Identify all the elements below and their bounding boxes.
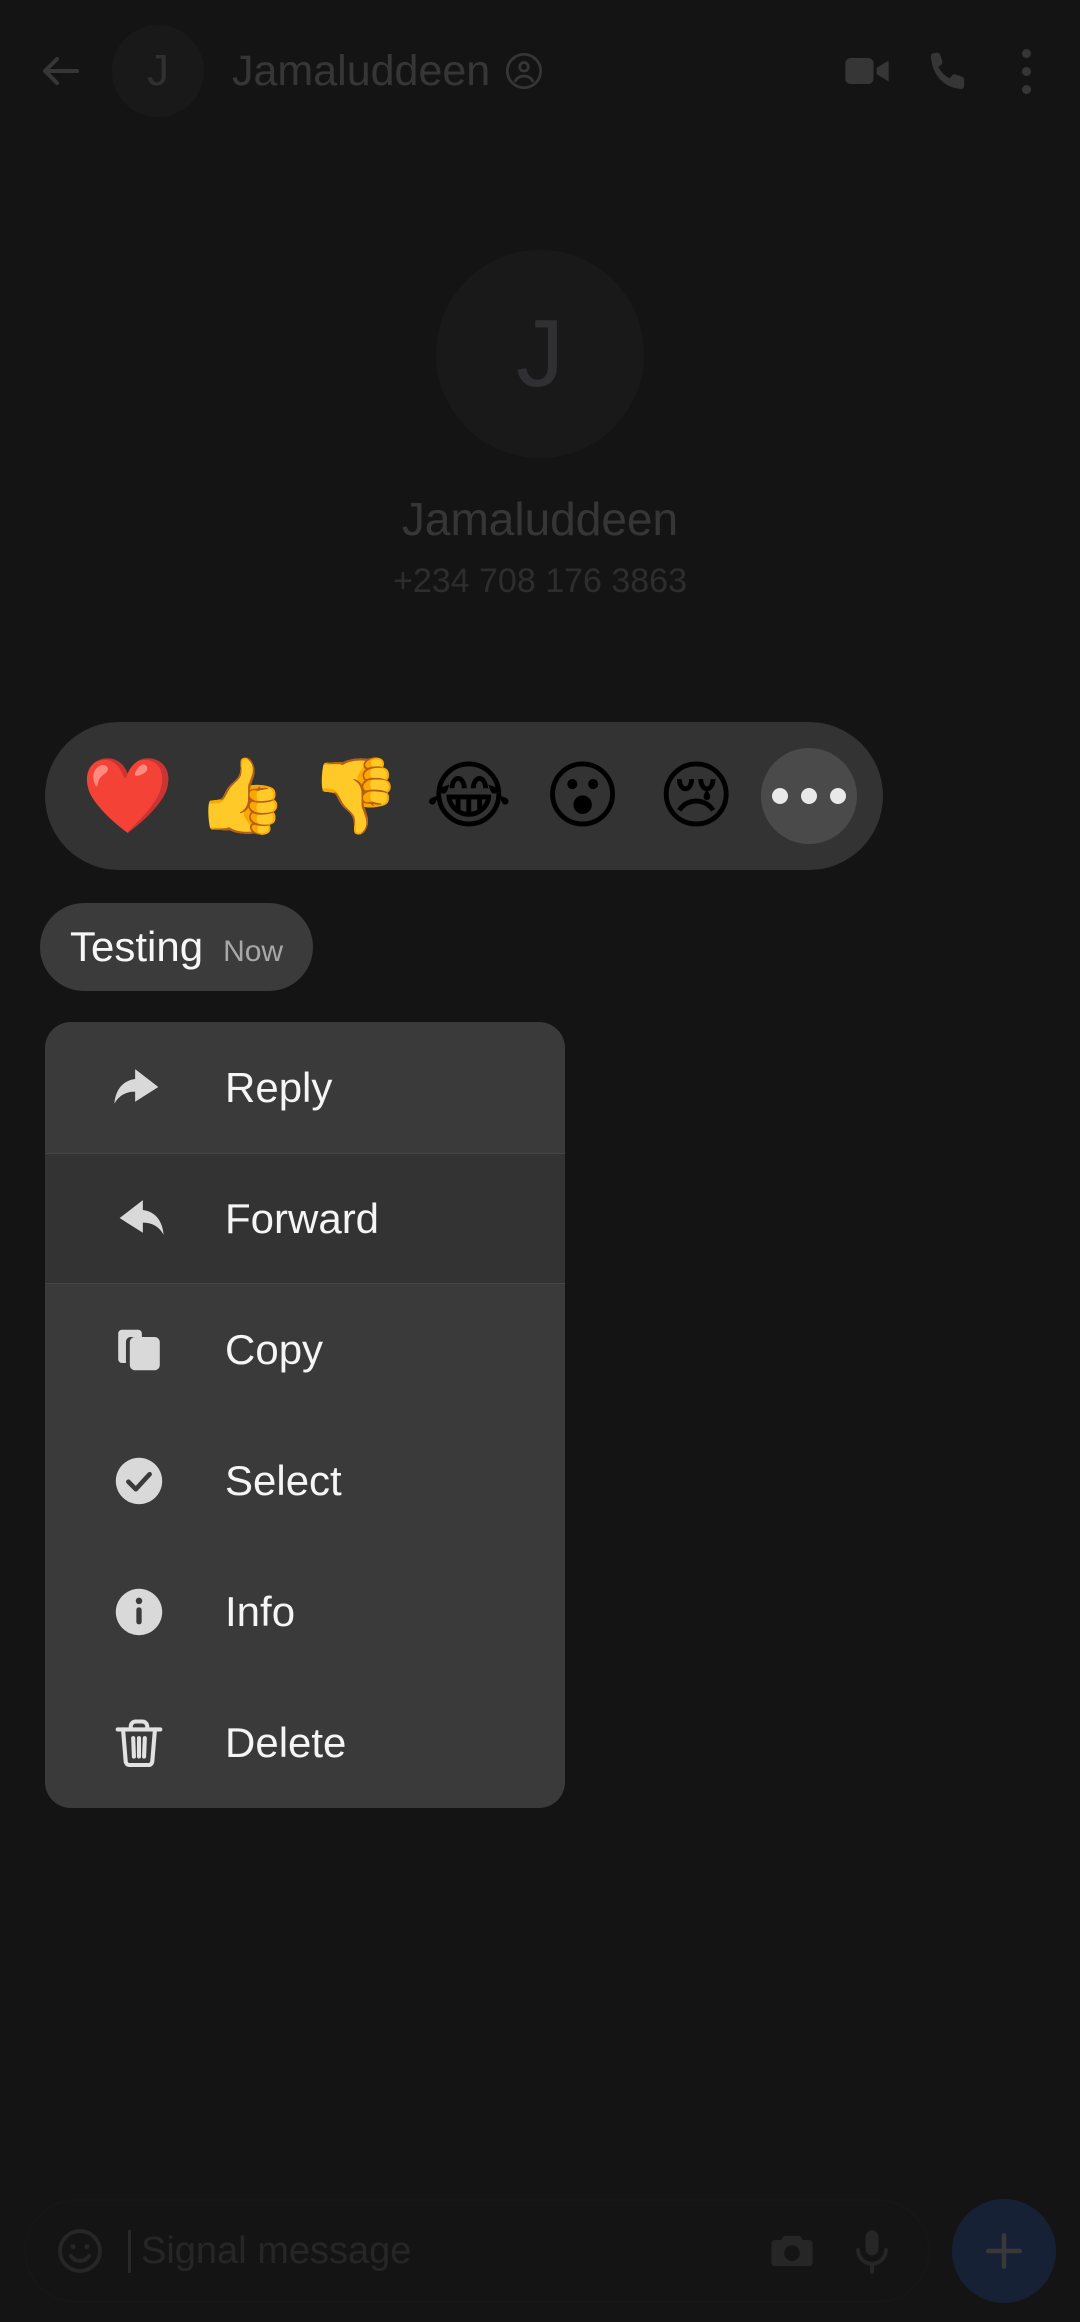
focused-message-bubble[interactable]: Testing Now bbox=[40, 903, 314, 991]
conversation-intro: J Jamaluddeen +234 708 176 3863 bbox=[0, 250, 1080, 601]
menu-item-select[interactable]: Select bbox=[45, 1415, 565, 1546]
menu-item-forward[interactable]: Forward bbox=[45, 1153, 565, 1284]
menu-item-copy[interactable]: Copy bbox=[45, 1284, 565, 1415]
conversation-intro-avatar[interactable]: J bbox=[436, 250, 644, 458]
emoji-picker-icon[interactable] bbox=[52, 2223, 108, 2279]
crying-reaction[interactable]: 😢 bbox=[639, 759, 753, 833]
menu-item-label: Forward bbox=[225, 1194, 380, 1242]
conversation-intro-name: Jamaluddeen bbox=[401, 493, 679, 545]
signal-chat-screen: J Jamaluddeen J Jamaluddeen +234 708 176… bbox=[0, 0, 1080, 2322]
overflow-dot bbox=[1021, 48, 1031, 58]
microphone-icon[interactable] bbox=[842, 2221, 902, 2281]
message-timestamp: Now bbox=[223, 935, 284, 968]
add-attachment-icon[interactable] bbox=[952, 2199, 1056, 2303]
more-options-icon[interactable] bbox=[1000, 30, 1052, 112]
menu-item-delete[interactable]: Delete bbox=[45, 1677, 565, 1808]
toolbar-avatar[interactable]: J bbox=[112, 25, 204, 117]
camera-icon[interactable] bbox=[762, 2221, 822, 2281]
more-reactions-dot bbox=[830, 788, 847, 804]
menu-item-reply[interactable]: Reply bbox=[45, 1022, 565, 1153]
select-icon bbox=[107, 1449, 171, 1513]
conversation-toolbar: J Jamaluddeen bbox=[0, 0, 1080, 142]
menu-item-label: Reply bbox=[225, 1063, 333, 1111]
compose-bar: Signal message bbox=[0, 2180, 1080, 2322]
phone-call-icon[interactable] bbox=[908, 30, 990, 112]
joy-reaction[interactable]: 😂 bbox=[412, 759, 526, 833]
overflow-dot bbox=[1021, 66, 1031, 76]
reaction-picker-bar: ❤️ 👍 👎 😂 😮 😢 bbox=[45, 722, 883, 870]
more-reactions-dot bbox=[772, 788, 789, 804]
menu-item-label: Info bbox=[225, 1587, 296, 1635]
message-text: Testing bbox=[70, 923, 204, 970]
copy-icon bbox=[107, 1318, 171, 1382]
open-mouth-reaction[interactable]: 😮 bbox=[526, 759, 640, 833]
toolbar-contact-name[interactable]: Jamaluddeen bbox=[232, 47, 544, 96]
delete-icon bbox=[107, 1711, 171, 1775]
menu-item-label: Copy bbox=[225, 1325, 324, 1373]
heart-reaction[interactable]: ❤️ bbox=[71, 759, 185, 833]
menu-item-info[interactable]: Info bbox=[45, 1546, 565, 1677]
video-call-icon[interactable] bbox=[826, 30, 908, 112]
thumbs-up-reaction[interactable]: 👍 bbox=[185, 759, 299, 833]
thumbs-down-reaction[interactable]: 👎 bbox=[298, 759, 412, 833]
conversation-intro-avatar-initial: J bbox=[516, 300, 564, 407]
forward-icon bbox=[107, 1187, 171, 1251]
more-reactions-dot bbox=[801, 788, 818, 804]
overflow-dot bbox=[1021, 84, 1031, 94]
contact-profile-icon bbox=[504, 51, 544, 91]
menu-item-label: Select bbox=[225, 1456, 342, 1504]
message-context-menu: Reply Forward Copy Select Info Delete bbox=[45, 1022, 565, 1808]
more-reactions-icon[interactable] bbox=[761, 748, 858, 844]
info-icon bbox=[107, 1580, 171, 1644]
menu-item-label: Delete bbox=[225, 1718, 347, 1766]
back-arrow-icon[interactable] bbox=[28, 38, 94, 104]
toolbar-avatar-initial: J bbox=[147, 46, 169, 95]
conversation-intro-phone: +234 708 176 3863 bbox=[392, 562, 687, 600]
reply-icon bbox=[107, 1056, 171, 1120]
toolbar-contact-name-text: Jamaluddeen bbox=[232, 46, 491, 95]
message-input-container[interactable]: Signal message bbox=[24, 2199, 930, 2303]
message-input[interactable]: Signal message bbox=[128, 2229, 742, 2273]
